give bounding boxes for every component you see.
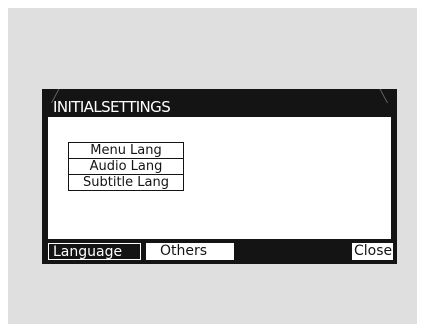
window-title: INITIALSETTINGS xyxy=(53,98,171,116)
tab-others[interactable]: Others xyxy=(146,243,234,260)
initial-settings-window: INITIALSETTINGS Menu Lang Audio Lang Sub… xyxy=(42,89,397,264)
language-settings-list: Menu Lang Audio Lang Subtitle Lang xyxy=(68,142,184,191)
subtitle-lang-item[interactable]: Subtitle Lang xyxy=(69,174,183,190)
audio-lang-item[interactable]: Audio Lang xyxy=(69,158,183,174)
close-button[interactable]: Close xyxy=(352,243,393,260)
title-bevel-right xyxy=(379,89,397,103)
content-area: Menu Lang Audio Lang Subtitle Lang xyxy=(48,117,391,239)
menu-lang-item[interactable]: Menu Lang xyxy=(69,143,183,158)
tab-language[interactable]: Language xyxy=(48,243,141,260)
background-panel: INITIALSETTINGS Menu Lang Audio Lang Sub… xyxy=(8,8,417,324)
